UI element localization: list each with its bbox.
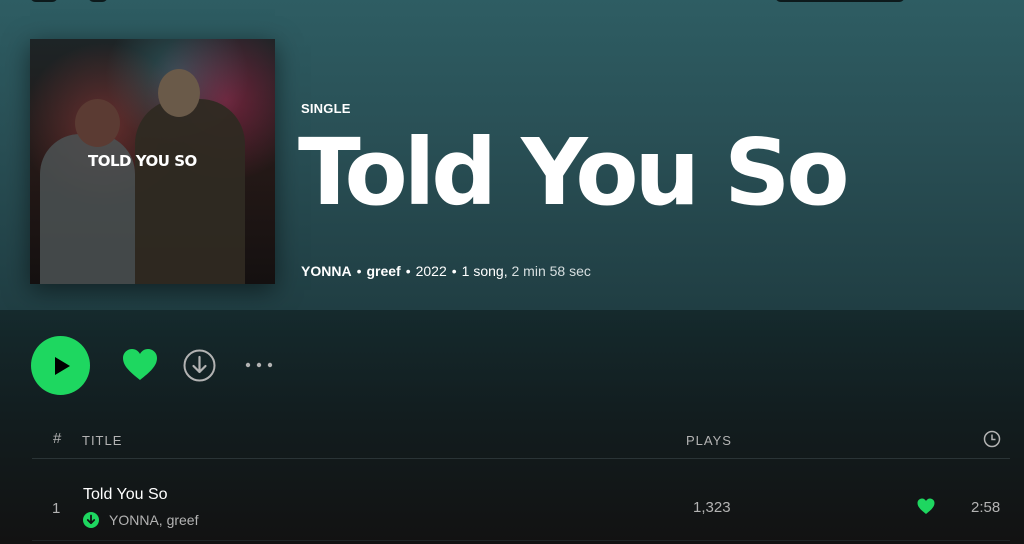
row-divider — [32, 540, 1010, 541]
column-number: # — [53, 430, 62, 447]
total-duration: 2 min 58 sec — [511, 263, 591, 279]
release-year: 2022 — [415, 263, 447, 279]
meta-separator: • — [356, 263, 362, 279]
track-row[interactable]: 1 Told You So YONNA, greef 1,323 2:58 — [32, 474, 1010, 538]
cover-title-text: TOLD YOU SO — [88, 152, 197, 170]
meta-separator: • — [451, 263, 457, 279]
track-duration: 2:58 — [971, 499, 1001, 516]
album-meta: YONNA • greef • 2022 • 1 song, 2 min 58 sec — [301, 263, 591, 279]
column-title: TITLE — [82, 433, 123, 448]
nav-back-button[interactable] — [30, 0, 58, 2]
downloaded-icon — [83, 512, 99, 528]
meta-separator: • — [405, 263, 411, 279]
track-artists[interactable]: YONNA, greef — [109, 512, 198, 528]
cover-figure-right — [135, 99, 245, 284]
play-button[interactable] — [31, 336, 90, 395]
artist-link-yonna[interactable]: YONNA — [301, 263, 352, 279]
more-icon[interactable] — [243, 355, 275, 375]
heart-icon[interactable] — [917, 498, 935, 515]
song-count: 1 song, — [461, 263, 508, 279]
cover-head-left — [75, 99, 120, 147]
cover-head-right — [158, 69, 200, 117]
page-title: Told You So — [298, 119, 850, 226]
download-icon[interactable] — [183, 349, 216, 382]
tracklist-header: # TITLE PLAYS — [32, 430, 1010, 459]
heart-icon[interactable] — [122, 348, 158, 382]
track-title[interactable]: Told You So — [83, 486, 168, 504]
artist-link-greef[interactable]: greef — [366, 263, 400, 279]
clock-icon — [983, 430, 1001, 448]
album-type-label: SINGLE — [301, 101, 351, 116]
track-plays: 1,323 — [693, 499, 731, 516]
track-number: 1 — [52, 500, 61, 517]
album-cover[interactable]: TOLD YOU SO — [30, 39, 275, 284]
play-icon — [54, 356, 70, 375]
top-bar-button[interactable] — [775, 0, 905, 2]
column-plays: PLAYS — [686, 433, 732, 448]
